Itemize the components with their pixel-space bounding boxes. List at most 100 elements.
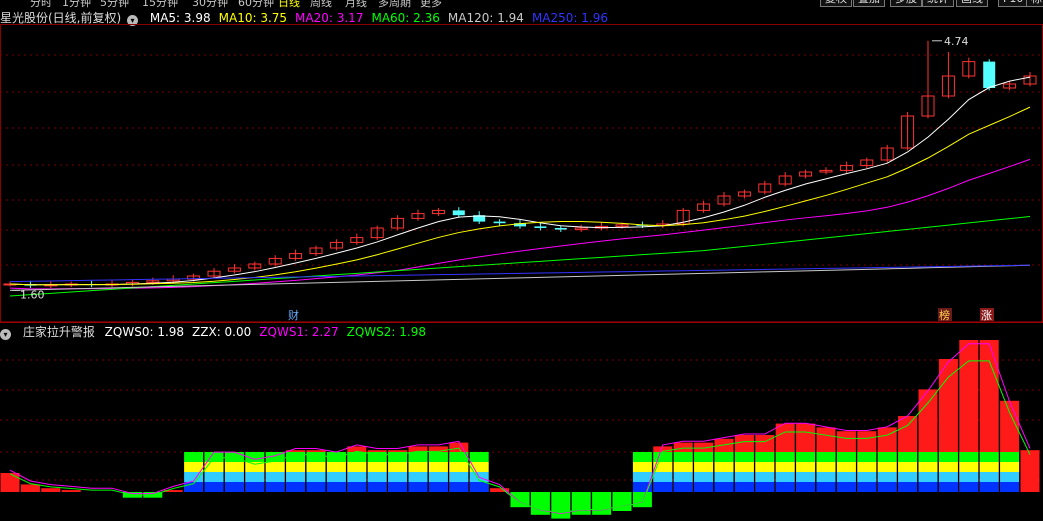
sub-block: [734, 452, 754, 462]
sub-block: [306, 462, 326, 472]
sub-block: [979, 472, 999, 482]
sub-block: [388, 462, 408, 472]
sub-block: [836, 462, 856, 472]
sub-block: [877, 452, 897, 462]
sub-block: [306, 482, 326, 492]
sub-block: [898, 482, 918, 492]
sub-block: [204, 452, 224, 462]
ma120-line: [9, 264, 1031, 291]
sub-block: [265, 472, 285, 482]
sub-block: [775, 462, 795, 472]
sub-block: [816, 452, 836, 462]
sub-bar: [592, 492, 612, 515]
sub-block: [898, 462, 918, 472]
sub-block: [265, 462, 285, 472]
sub-block: [224, 482, 244, 492]
sub-block: [673, 452, 693, 462]
sub-block: [979, 452, 999, 462]
sub-block: [694, 452, 714, 462]
sub-block: [959, 472, 979, 482]
sub-block: [694, 472, 714, 482]
sub-block: [673, 462, 693, 472]
sub-block: [1000, 472, 1020, 482]
sub-block: [469, 482, 489, 492]
candle-body: [554, 228, 567, 230]
sub-block: [734, 482, 754, 492]
sub-block: [979, 462, 999, 472]
sub-block: [204, 482, 224, 492]
candle-body: [534, 226, 547, 228]
sub-block: [979, 482, 999, 492]
sub-block: [857, 462, 877, 472]
sub-block: [938, 462, 958, 472]
sub-block: [347, 462, 367, 472]
sub-block: [836, 472, 856, 482]
sub-block: [816, 462, 836, 472]
sub-block: [755, 482, 775, 492]
sub-block: [326, 482, 346, 492]
sub-block: [632, 452, 652, 462]
sub-block: [449, 482, 469, 492]
sub-block: [326, 462, 346, 472]
sub-block: [836, 452, 856, 462]
sub-block: [449, 462, 469, 472]
sub-bar: [41, 488, 61, 492]
sub-block: [632, 462, 652, 472]
sub-block: [306, 452, 326, 462]
sub-block: [469, 452, 489, 462]
sub-block: [938, 472, 958, 482]
sub-block: [347, 482, 367, 492]
sub-block: [388, 482, 408, 492]
sub-block: [918, 482, 938, 492]
sub-block: [245, 472, 265, 482]
high-label: 4.74: [944, 35, 969, 48]
ma10-line: [9, 106, 1031, 286]
sub-block: [918, 452, 938, 462]
sub-block: [1000, 462, 1020, 472]
sub-block: [734, 462, 754, 472]
sub-bar: [632, 492, 652, 508]
sub-block: [775, 472, 795, 482]
marker-label: 涨: [981, 309, 992, 322]
sub-bar: [612, 492, 632, 511]
sub-block: [428, 482, 448, 492]
sub-block: [408, 462, 428, 472]
sub-block: [877, 462, 897, 472]
sub-block: [755, 472, 775, 482]
sub-block: [959, 462, 979, 472]
sub-block: [306, 472, 326, 482]
sub-block: [694, 482, 714, 492]
sub-block: [286, 462, 306, 472]
sub-block: [898, 472, 918, 482]
sub-block: [653, 452, 673, 462]
sub-block: [673, 472, 693, 482]
ma5-line: [9, 76, 1031, 286]
sub-block: [347, 472, 367, 482]
sub-block: [428, 452, 448, 462]
sub-block: [224, 472, 244, 482]
kline-chart[interactable]: 4.74 1.60 财 榜 涨: [0, 0, 1043, 521]
sub-block: [938, 482, 958, 492]
sub-bar: [61, 490, 81, 492]
sub-block: [367, 482, 387, 492]
zqws1-line: [9, 343, 1031, 514]
sub-block: [694, 462, 714, 472]
sub-block: [428, 472, 448, 482]
sub-bar: [551, 492, 571, 519]
sub-block: [653, 482, 673, 492]
sub-block: [428, 462, 448, 472]
sub-block: [755, 452, 775, 462]
sub-block: [224, 452, 244, 462]
ma250-line: [9, 264, 1031, 283]
sub-block: [938, 452, 958, 462]
sub-block: [326, 472, 346, 482]
sub-block: [245, 482, 265, 492]
sub-block: [184, 452, 204, 462]
sub-block: [796, 482, 816, 492]
sub-block: [714, 452, 734, 462]
sub-block: [959, 482, 979, 492]
sub-block: [775, 452, 795, 462]
sub-block: [224, 462, 244, 472]
sub-block: [388, 472, 408, 482]
marker-label: 榜: [939, 308, 950, 322]
